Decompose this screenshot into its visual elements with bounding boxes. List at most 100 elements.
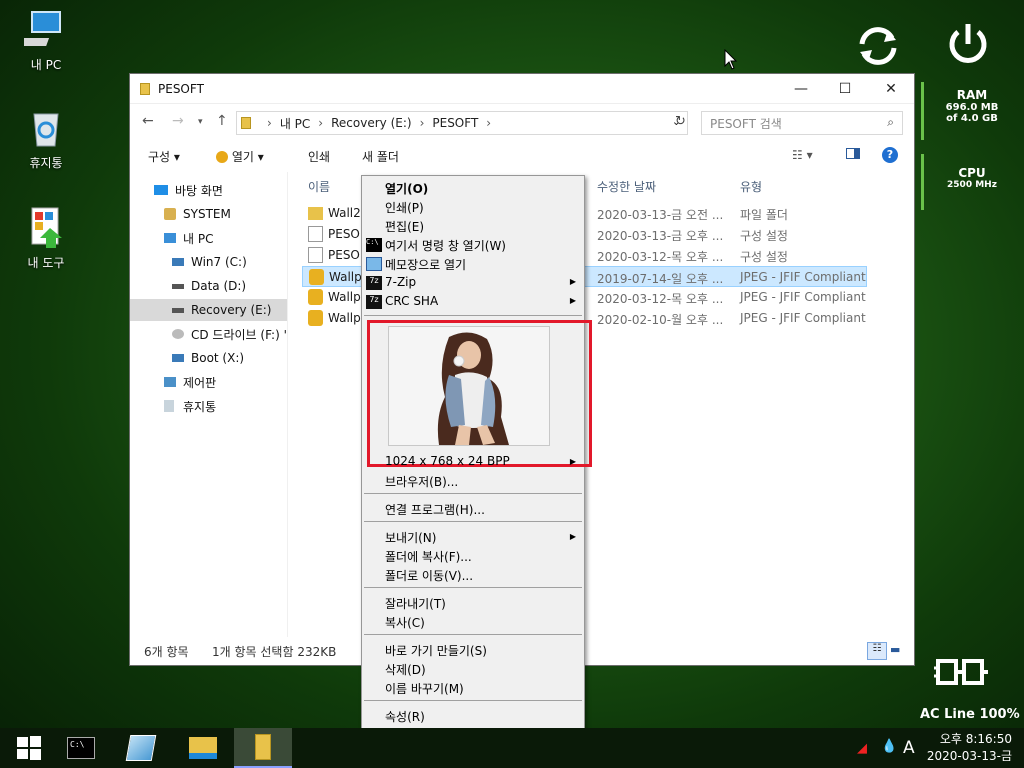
volume-icon[interactable]: 💧 <box>881 739 897 754</box>
menu-item-copy[interactable]: 복사(C) <box>385 614 425 631</box>
column-header-name[interactable]: 이름 <box>308 178 330 195</box>
power-icon[interactable] <box>944 20 992 68</box>
image-info[interactable]: 1024 x 768 x 24 BPP <box>385 454 510 468</box>
drive-icon <box>172 307 184 313</box>
menu-item-send-to[interactable]: 보내기(N) <box>385 529 436 546</box>
submenu-arrow-icon: ▶ <box>569 532 576 541</box>
address-row: ← → ▾ ↑ › 내 PC › Recovery (E:) › PESOFT … <box>130 111 914 135</box>
menu-item-open[interactable]: 열기(O) <box>385 180 428 197</box>
start-button[interactable] <box>0 728 58 768</box>
menu-item-rename[interactable]: 이름 바꾸기(M) <box>385 680 464 697</box>
submenu-arrow-icon: ▶ <box>569 277 576 286</box>
menu-item-7zip[interactable]: 7-Zip <box>385 275 416 289</box>
folder-icon <box>308 207 323 220</box>
menu-item-open-with[interactable]: 연결 프로그램(H)... <box>385 501 485 518</box>
menu-item-crc-sha[interactable]: CRC SHA <box>385 294 438 308</box>
control-panel-icon <box>164 377 176 387</box>
minimize-button[interactable]: — <box>778 74 824 104</box>
nav-item-drive-d[interactable]: Data (D:) <box>172 275 246 297</box>
chevron-right-icon: › <box>419 116 425 130</box>
file-explorer-icon <box>189 737 217 759</box>
desktop-icon-recycle-bin[interactable]: 휴지통 <box>11 106 81 171</box>
user-folder-icon <box>164 208 176 220</box>
network-icon[interactable]: ◢ <box>857 741 867 756</box>
open-button[interactable]: 열기 ▾ <box>216 148 264 165</box>
menu-item-browser[interactable]: 브라우저(B)... <box>385 473 458 490</box>
drive-icon <box>172 354 184 362</box>
nav-item-drive-e[interactable]: Recovery (E:) <box>130 299 287 321</box>
large-icons-view-icon[interactable]: ▬ <box>890 643 900 656</box>
details-view-icon[interactable]: ☷ <box>867 642 887 660</box>
nav-item-desktop[interactable]: 바탕 화면 <box>154 179 223 201</box>
taskbar-file-explorer[interactable] <box>174 728 232 768</box>
ime-indicator[interactable]: A <box>903 738 915 758</box>
menu-item-copy-to[interactable]: 폴더에 복사(F)... <box>385 548 472 565</box>
computer-icon <box>164 233 176 243</box>
help-icon[interactable]: ? <box>882 147 898 163</box>
taskbar-notepad[interactable] <box>112 728 170 768</box>
menu-separator <box>364 700 582 701</box>
folder-icon <box>255 734 271 760</box>
print-button[interactable]: 인쇄 <box>308 148 330 165</box>
jpeg-icon <box>308 289 323 305</box>
nav-item-recycle-bin[interactable]: 휴지통 <box>164 395 216 417</box>
breadcrumb-item[interactable]: Recovery (E:) <box>331 116 411 130</box>
menu-item-create-shortcut[interactable]: 바로 가기 만들기(S) <box>385 642 487 659</box>
menu-item-cmd-here[interactable]: 여기서 명령 창 열기(W) <box>385 237 506 254</box>
drive-icon <box>172 258 184 266</box>
breadcrumb-item[interactable]: PESOFT <box>432 116 478 130</box>
submenu-arrow-icon: ▶ <box>569 296 576 305</box>
taskbar-active-folder[interactable] <box>234 728 292 768</box>
folder-icon <box>241 117 251 129</box>
menu-item-cut[interactable]: 잘라내기(T) <box>385 595 446 612</box>
config-file-icon <box>308 247 323 263</box>
desktop-icon-my-tools[interactable]: 내 도구 <box>11 206 81 271</box>
nav-item-my-pc[interactable]: 내 PC <box>164 227 213 249</box>
menu-item-edit[interactable]: 편집(E) <box>385 218 424 235</box>
crc-icon: 7z <box>366 295 382 309</box>
nav-item-system[interactable]: SYSTEM <box>164 203 231 225</box>
close-button[interactable]: ✕ <box>868 74 914 104</box>
new-folder-button[interactable]: 새 폴더 <box>362 148 399 165</box>
ac-line-status: AC Line 100% <box>920 707 1020 722</box>
back-arrow-icon[interactable]: ← <box>142 113 154 129</box>
menu-separator <box>364 493 582 494</box>
menu-item-notepad[interactable]: 메모장으로 열기 <box>385 256 466 273</box>
up-arrow-icon[interactable]: ↑ <box>216 113 228 129</box>
ram-used: 696.0 MB <box>945 102 999 113</box>
breadcrumb-item[interactable]: 내 PC <box>280 115 310 132</box>
menu-item-delete[interactable]: 삭제(D) <box>385 661 426 678</box>
menu-item-properties[interactable]: 속성(R) <box>385 708 425 725</box>
menu-item-move-to[interactable]: 폴더로 이동(V)... <box>385 567 473 584</box>
desktop-icon-my-pc[interactable]: 내 PC <box>11 8 81 73</box>
maximize-button[interactable]: ☐ <box>822 74 868 104</box>
column-header-date[interactable]: 수정한 날짜 <box>597 178 656 195</box>
notepad-icon <box>125 735 157 761</box>
command-bar: 구성 ▾ 열기 ▾ 인쇄 새 폴더 ☷ ▾ ? <box>130 144 914 168</box>
monitor-icon <box>14 8 68 52</box>
refresh-icon[interactable]: ↻ <box>675 114 686 129</box>
column-header-type[interactable]: 유형 <box>740 178 762 195</box>
refresh-icon[interactable] <box>854 22 902 70</box>
drive-icon <box>172 283 184 289</box>
jpeg-icon <box>308 310 323 326</box>
taskbar-cmd[interactable]: C:\ <box>52 728 110 768</box>
nav-item-cd-drive[interactable]: CD 드라이브 (F:) ' <box>172 323 287 345</box>
search-input[interactable]: PESOFT 검색 ⌕ <box>701 111 903 135</box>
forward-arrow-icon[interactable]: → <box>172 113 184 129</box>
nav-item-drive-c[interactable]: Win7 (C:) <box>172 251 247 273</box>
clock[interactable]: 오후 8:16:50 2020-03-13-금 <box>927 731 1012 765</box>
recent-dropdown-icon[interactable]: ▾ <box>198 117 203 127</box>
menu-separator <box>364 634 582 635</box>
folder-icon <box>140 82 150 95</box>
nav-item-control-panel[interactable]: 제어판 <box>164 371 216 393</box>
address-bar[interactable]: › 내 PC › Recovery (E:) › PESOFT › ⌄ <box>236 111 688 135</box>
organize-button[interactable]: 구성 ▾ <box>148 148 180 165</box>
menu-item-print[interactable]: 인쇄(P) <box>385 199 424 216</box>
menu-separator <box>364 521 582 522</box>
view-options-icon[interactable]: ☷ ▾ <box>792 148 813 162</box>
command-prompt-icon: C:\ <box>67 737 95 759</box>
nav-item-drive-x[interactable]: Boot (X:) <box>172 347 244 369</box>
preview-pane-icon[interactable] <box>846 148 860 162</box>
window-title: PESOFT <box>158 81 204 96</box>
